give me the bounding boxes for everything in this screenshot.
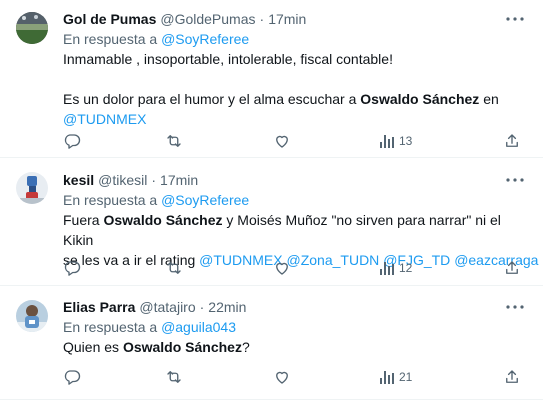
like-icon[interactable] <box>273 132 291 150</box>
text-span: Es un dolor para el humor y el alma escu… <box>63 91 361 107</box>
reply-context: En respuesta a @SoyReferee <box>63 190 529 210</box>
tweet-header: kesil @tikesil · 17min <box>63 171 529 189</box>
avatar-goldepumas[interactable] <box>16 12 48 44</box>
like-icon[interactable] <box>273 368 291 386</box>
reply-icon[interactable] <box>63 368 81 386</box>
views-icon[interactable]: 12 <box>379 260 412 276</box>
separator-dot: · <box>151 172 157 188</box>
reply-prefix: En respuesta a <box>63 192 158 208</box>
tweet-body: Gol de Pumas @GoldePumas · 17min En resp… <box>63 10 529 129</box>
action-bar: 12 <box>63 258 529 278</box>
separator-dot: · <box>199 299 205 315</box>
share-icon[interactable] <box>503 368 521 386</box>
reply-icon[interactable] <box>63 259 81 277</box>
reply-mention[interactable]: @SoyReferee <box>161 192 249 208</box>
author-handle[interactable]: @GoldePumas <box>160 10 255 28</box>
tweet-body: kesil @tikesil · 17min En respuesta a @S… <box>63 171 538 270</box>
text-line: Es un dolor para el humor y el alma escu… <box>63 89 529 109</box>
text-span: Quien es <box>63 339 123 355</box>
tweet-2: kesil @tikesil · 17min En respuesta a @S… <box>0 158 543 286</box>
text-line: Fuera Oswaldo Sánchez y Moisés Muñoz "no… <box>63 210 529 250</box>
reply-context: En respuesta a @SoyReferee <box>63 29 529 49</box>
action-bar: 21 <box>63 367 529 387</box>
text-span: ? <box>241 339 250 355</box>
views-count: 12 <box>399 261 413 275</box>
tweet-header: Gol de Pumas @GoldePumas · 17min <box>63 10 529 28</box>
tweet-3: Elias Parra @tatajiro · 22min En respues… <box>0 286 543 400</box>
more-options-icon[interactable] <box>505 171 525 189</box>
views-count: 21 <box>399 370 413 384</box>
timestamp[interactable]: 22min <box>208 298 246 316</box>
views-icon[interactable]: 13 <box>379 133 412 149</box>
retweet-icon[interactable] <box>165 132 183 150</box>
avatar-elias-parra[interactable] <box>16 300 48 332</box>
more-options-icon[interactable] <box>505 298 525 316</box>
reply-context: En respuesta a @aguila043 <box>63 317 529 337</box>
views-count: 13 <box>399 134 413 148</box>
author-handle[interactable]: @tatajiro <box>139 298 195 316</box>
bold-name: Oswaldo Sánchez <box>103 212 223 228</box>
separator-dot: · <box>259 11 265 27</box>
reply-mention[interactable]: @aguila043 <box>161 319 236 335</box>
timestamp[interactable]: 17min <box>268 10 306 28</box>
share-icon[interactable] <box>503 132 521 150</box>
text-line: Quien es Oswaldo Sánchez? <box>63 337 529 357</box>
tweet-header: Elias Parra @tatajiro · 22min <box>63 298 529 316</box>
like-icon[interactable] <box>273 259 291 277</box>
text-span: en <box>479 91 499 107</box>
tweet-text: Quien es Oswaldo Sánchez? <box>63 337 529 357</box>
author-name[interactable]: kesil <box>63 171 94 189</box>
text-span: Fuera <box>63 212 104 228</box>
reply-prefix: En respuesta a <box>63 319 158 335</box>
avatar-kesil[interactable] <box>16 172 48 204</box>
author-name[interactable]: Gol de Pumas <box>63 10 156 28</box>
reply-prefix: En respuesta a <box>63 31 158 47</box>
reply-icon[interactable] <box>63 132 81 150</box>
reply-mention[interactable]: @SoyReferee <box>161 31 249 47</box>
action-bar: 13 <box>63 131 529 151</box>
timestamp[interactable]: 17min <box>160 171 198 189</box>
tweet-1: Gol de Pumas @GoldePumas · 17min En resp… <box>0 0 543 158</box>
bold-name: Oswaldo Sánchez <box>360 91 480 107</box>
retweet-icon[interactable] <box>165 368 183 386</box>
tweet-text: Inmamable , insoportable, intolerable, f… <box>63 49 529 129</box>
bold-name: Oswaldo Sánchez <box>122 339 242 355</box>
views-icon[interactable]: 21 <box>379 369 412 385</box>
retweet-icon[interactable] <box>165 259 183 277</box>
share-icon[interactable] <box>503 259 521 277</box>
mention-link[interactable]: @TUDNMEX <box>63 111 146 127</box>
more-options-icon[interactable] <box>505 10 525 28</box>
text-line: Inmamable , insoportable, intolerable, f… <box>63 51 393 67</box>
tweet-body: Elias Parra @tatajiro · 22min En respues… <box>63 298 529 357</box>
author-handle[interactable]: @tikesil <box>98 171 147 189</box>
author-name[interactable]: Elias Parra <box>63 298 135 316</box>
